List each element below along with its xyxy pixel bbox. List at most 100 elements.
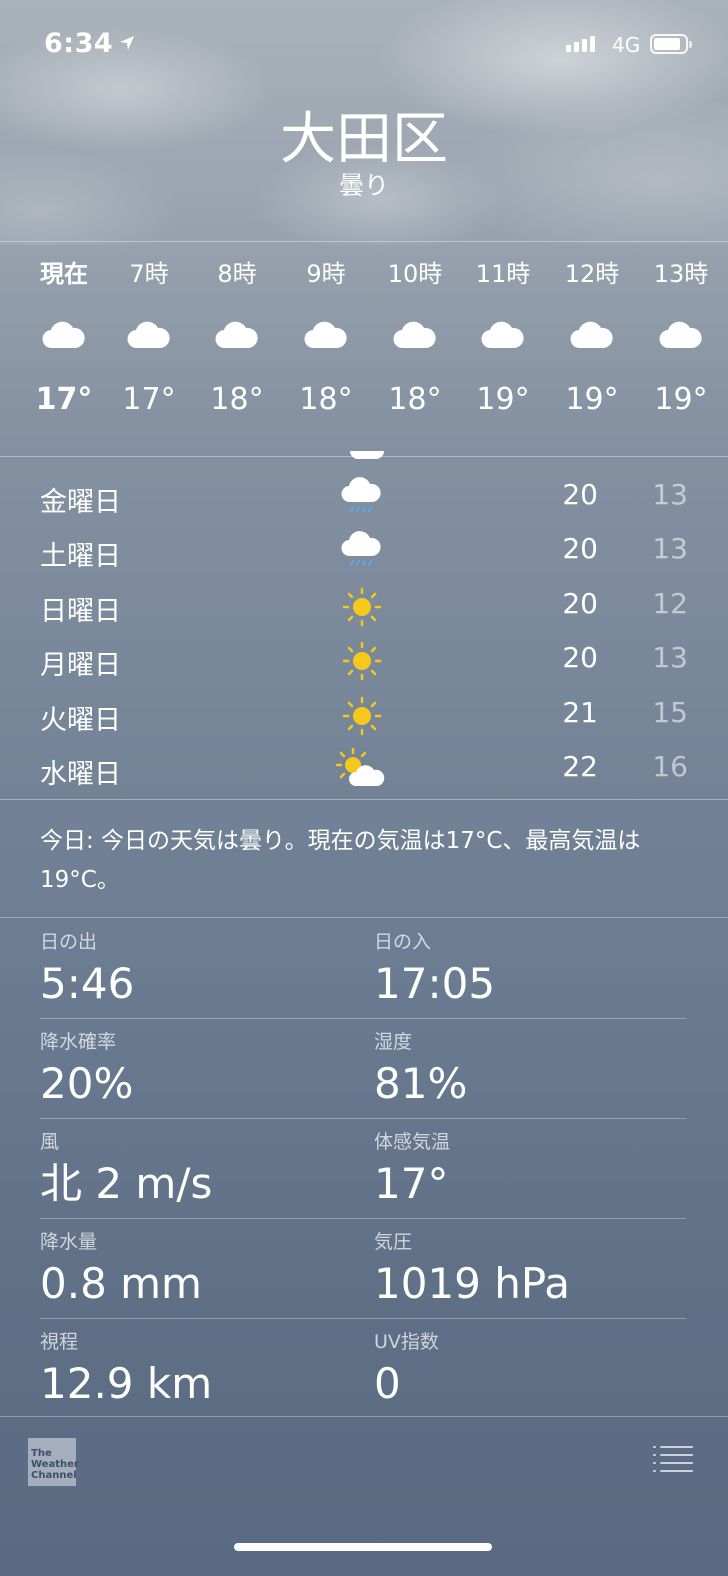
hour-temp: 18° xyxy=(388,382,442,417)
rain-icon xyxy=(334,474,390,522)
hour-column: 8時 18° xyxy=(192,256,282,422)
day-high: 20 xyxy=(562,641,598,675)
day-high: 21 xyxy=(562,695,598,729)
day-low: 16 xyxy=(652,750,688,783)
cloud-icon xyxy=(281,292,371,378)
detail-label: 湿度 xyxy=(374,1031,413,1053)
day-name: 金曜日 xyxy=(40,487,121,518)
row-separator xyxy=(40,1218,686,1219)
day-row: 月曜日 20 13 xyxy=(0,633,728,687)
day-low: 15 xyxy=(652,695,688,729)
detail-precipitation: 降水量 0.8 mm xyxy=(40,1229,340,1311)
detail-label: 気圧 xyxy=(374,1231,413,1253)
detail-value: 0 xyxy=(374,1359,401,1408)
location-arrow-icon xyxy=(119,35,135,55)
divider xyxy=(0,917,728,918)
hour-column: 9時 18° xyxy=(281,256,371,422)
hour-temp: 18° xyxy=(299,382,353,417)
detail-pressure: 気圧 1019 hPa xyxy=(374,1229,674,1311)
hour-temp: 18° xyxy=(210,382,264,417)
detail-label: 降水量 xyxy=(40,1231,98,1253)
day-row: 日曜日 20 12 xyxy=(0,579,728,633)
list-icon[interactable] xyxy=(652,1444,694,1478)
detail-value: 0.8 mm xyxy=(40,1259,202,1308)
detail-value: 20% xyxy=(40,1059,134,1108)
detail-label: 体感気温 xyxy=(374,1131,451,1153)
day-high: 20 xyxy=(562,532,598,566)
sun-icon xyxy=(334,583,390,631)
hour-label: 13時 xyxy=(653,260,709,288)
day-row: 水曜日 22 16 xyxy=(0,742,728,796)
detail-label: 日の入 xyxy=(374,931,432,953)
detail-feels-like: 体感気温 17° xyxy=(374,1129,674,1211)
cloud-icon xyxy=(636,292,726,378)
day-name: 月曜日 xyxy=(40,650,121,682)
day-high: 22 xyxy=(562,750,598,783)
day-low: 13 xyxy=(652,478,688,511)
day-high: 20 xyxy=(562,478,598,511)
sun-icon xyxy=(334,637,390,685)
hour-column: 10時 18° xyxy=(370,256,460,422)
detail-value: 12.9 km xyxy=(40,1359,213,1408)
hour-temp: 19° xyxy=(476,382,530,417)
divider xyxy=(0,241,728,242)
sun-icon xyxy=(334,692,390,740)
hour-label: 現在 xyxy=(40,260,88,288)
detail-value: 17° xyxy=(374,1159,449,1208)
today-summary: 今日: 今日の天気は曇り。現在の気温は17°C、最高気温は19°C。 xyxy=(40,828,641,893)
hour-column: 12時 19° xyxy=(547,256,637,422)
cloud-icon xyxy=(19,292,109,378)
detail-sunrise: 日の出 5:46 xyxy=(40,929,340,1011)
day-name: 水曜日 xyxy=(40,759,121,790)
day-name: 日曜日 xyxy=(40,595,121,627)
hour-temp: 17° xyxy=(35,382,93,417)
day-high: 20 xyxy=(562,586,598,620)
battery-icon xyxy=(650,34,692,54)
rain-icon xyxy=(334,528,390,576)
status-time: 6:34 xyxy=(44,28,114,59)
partial-cloud-icon xyxy=(350,451,384,459)
detail-sunset: 日の入 17:05 xyxy=(374,929,674,1011)
cloud-icon xyxy=(192,292,282,378)
day-name: 土曜日 xyxy=(40,541,121,573)
detail-value: 1019 hPa xyxy=(374,1259,571,1308)
day-name: 火曜日 xyxy=(40,704,121,736)
hour-temp: 19° xyxy=(565,382,619,417)
hour-temp: 19° xyxy=(654,382,708,417)
detail-label: 風 xyxy=(40,1131,60,1153)
detail-value: 北 2 m/s xyxy=(40,1159,213,1208)
hour-column: 7時 17° xyxy=(104,256,194,422)
hour-label: 11時 xyxy=(475,260,531,288)
hour-label: 9時 xyxy=(306,260,346,288)
detail-value: 81% xyxy=(374,1059,468,1108)
row-separator xyxy=(40,1018,686,1019)
hour-temp: 17° xyxy=(122,382,176,417)
hour-column: 11時 19° xyxy=(458,256,548,422)
detail-wind: 風北 2 m/s xyxy=(40,1129,340,1211)
detail-label: 日の出 xyxy=(40,931,98,953)
hour-label: 12時 xyxy=(564,260,620,288)
signal-icon xyxy=(566,36,595,52)
day-low: 13 xyxy=(652,641,688,675)
hour-column: 現在 17° xyxy=(19,256,109,422)
hour-label: 10時 xyxy=(387,260,443,288)
cloud-icon xyxy=(458,292,548,378)
day-low: 13 xyxy=(652,532,688,566)
home-indicator[interactable] xyxy=(234,1543,492,1551)
weather-channel-logo[interactable]: The Weather Channel xyxy=(28,1438,79,1486)
detail-uv-index: UV指数 0 xyxy=(374,1329,674,1411)
hour-column: 13時 19° xyxy=(636,256,726,422)
row-separator xyxy=(40,1118,686,1119)
detail-humidity: 湿度 81% xyxy=(374,1029,674,1111)
detail-visibility: 視程 12.9 km xyxy=(40,1329,340,1411)
detail-label: 降水確率 xyxy=(40,1031,117,1053)
detail-label: UV指数 xyxy=(374,1331,439,1353)
city-name: 大田区 xyxy=(280,107,448,172)
partly-cloudy-icon xyxy=(334,746,390,794)
cloud-icon xyxy=(370,292,460,378)
network-type: 4G xyxy=(612,33,641,57)
detail-value: 5:46 xyxy=(40,959,135,1008)
detail-value: 17:05 xyxy=(374,959,496,1008)
day-row: 火曜日 21 15 xyxy=(0,688,728,742)
divider xyxy=(0,1416,728,1417)
